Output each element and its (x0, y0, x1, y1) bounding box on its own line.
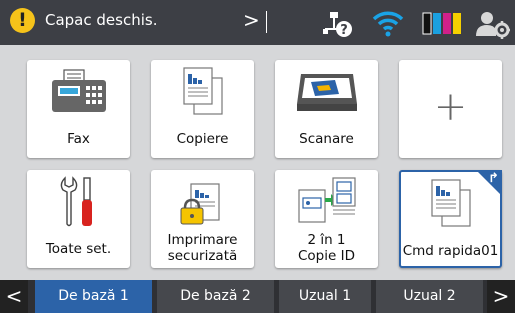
tab-next-button[interactable]: > (487, 280, 515, 313)
status-message[interactable]: Capac deschis. (45, 11, 157, 29)
secure-print-button[interactable]: Imprimare securizată (151, 170, 254, 268)
shortcut-copy-icon (430, 179, 471, 227)
status-detail-arrow[interactable]: > (243, 8, 260, 32)
wifi-icon[interactable] (372, 9, 404, 37)
secure-print-icon (180, 183, 220, 225)
add-icon: + (433, 84, 468, 130)
share-arrow-icon: ↱ (488, 171, 499, 186)
network-help-icon[interactable]: ? (322, 9, 354, 39)
tab-common-1[interactable]: Uzual 1 (279, 280, 371, 313)
id-copy-label-line1: 2 în 1 (307, 232, 346, 248)
scan-label: Scanare (299, 131, 354, 147)
status-bar: ! Capac deschis. > ? (0, 0, 515, 45)
id-copy-icon (297, 177, 356, 223)
tab-basic-2[interactable]: De bază 2 (157, 280, 274, 313)
ink-level-icon[interactable] (422, 10, 462, 36)
admin-settings-icon[interactable] (474, 8, 510, 40)
fax-icon (51, 69, 106, 112)
secure-print-label-line2: securizată (167, 248, 238, 264)
tab-common-2[interactable]: Uzual 2 (376, 280, 483, 313)
shortcut-label: Cmd rapida01 (402, 243, 499, 259)
svg-text:?: ? (340, 23, 348, 38)
copy-button[interactable]: Copiere (151, 60, 254, 158)
tab-bar: < De bază 1 De bază 2 Uzual 1 Uzual 2 > (0, 280, 515, 313)
scan-icon (296, 74, 357, 111)
secure-print-label-line1: Imprimare (167, 232, 238, 248)
tab-basic-1[interactable]: De bază 1 (35, 280, 152, 313)
status-divider (266, 11, 267, 33)
id-copy-button[interactable]: 2 în 1 Copie ID (275, 170, 378, 268)
tools-icon (60, 176, 92, 227)
warning-icon[interactable]: ! (10, 8, 35, 33)
tab-prev-button[interactable]: < (0, 280, 28, 313)
id-copy-label-line2: Copie ID (298, 248, 355, 264)
shortcut-button[interactable]: ↱ Cmd rapida01 (399, 170, 502, 268)
fax-button[interactable]: Fax (27, 60, 130, 158)
copy-label: Copiere (176, 131, 229, 147)
fax-label: Fax (67, 131, 90, 147)
copy-icon (182, 67, 223, 115)
all-settings-button[interactable]: Toate set. (27, 170, 130, 268)
all-settings-label: Toate set. (45, 241, 112, 257)
add-shortcut-button[interactable]: + (399, 60, 502, 158)
scan-button[interactable]: Scanare (275, 60, 378, 158)
